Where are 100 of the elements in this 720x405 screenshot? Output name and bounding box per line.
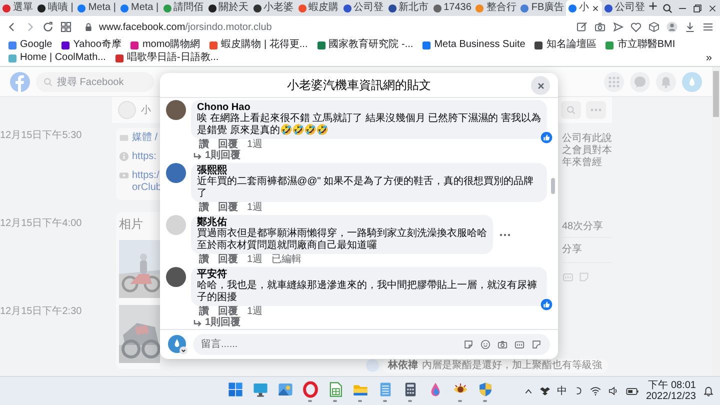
comment-author[interactable]: 張熙熙 (197, 165, 541, 176)
browser-tab[interactable]: 關於天 (206, 0, 251, 16)
close-icon[interactable] (591, 4, 600, 12)
comment-time[interactable]: 1週 (247, 306, 263, 317)
browser-tab[interactable]: FB廣告 (518, 0, 566, 16)
browser-tab[interactable]: 17436 (430, 0, 474, 16)
camera-icon[interactable] (497, 339, 508, 350)
input-method-indicator[interactable]: 中 (556, 384, 567, 398)
like-link[interactable]: 讚 (199, 254, 209, 265)
reply-link[interactable]: 回覆 (218, 139, 238, 150)
avatar[interactable] (166, 100, 186, 120)
edit-icon[interactable] (576, 21, 588, 33)
bookmark-link[interactable]: Meta Business Suite (422, 39, 526, 51)
comment-time[interactable]: 1週 (247, 202, 263, 213)
scrollbar-thumb[interactable] (551, 178, 555, 194)
bookmark-link[interactable]: 國家教育研究院 -... (316, 39, 414, 51)
more-bookmarks-button[interactable]: » (706, 52, 712, 64)
bookmark-link[interactable]: 蝦皮購物 | 花得更... (209, 39, 308, 51)
browser-tab[interactable]: 整合行 (473, 0, 518, 16)
edited-label: 已編輯 (272, 254, 302, 265)
bookmark-link[interactable]: Home | CoolMath... (8, 52, 106, 64)
avatar-icon[interactable] (168, 334, 188, 354)
comment-author[interactable]: 鄭兆佑 (197, 217, 487, 228)
bell-icon[interactable] (703, 386, 714, 396)
browser-tab[interactable]: 公司登 (340, 0, 386, 16)
site-icon (568, 4, 578, 12)
box-icon[interactable] (540, 386, 550, 396)
start-icon[interactable] (226, 380, 244, 398)
browser-tab[interactable]: Meta | (75, 0, 118, 16)
cube-icon[interactable] (648, 21, 660, 33)
comment-author[interactable]: Chono Hao (197, 102, 541, 113)
like-link[interactable]: 讚 (199, 139, 209, 150)
comment-author[interactable]: 林依禕 (388, 360, 418, 372)
bookmark-link[interactable]: Google (8, 39, 52, 51)
bookmark-link[interactable]: Yahoo奇摩 (61, 39, 122, 51)
browser-tab[interactable]: 選單 (0, 0, 35, 16)
bookmark-link[interactable]: momo購物網 (130, 39, 200, 51)
menu-icon[interactable] (702, 21, 714, 33)
browser-tab[interactable]: 公司登 (602, 0, 648, 16)
grid-icon[interactable] (60, 21, 72, 33)
browser-tab[interactable]: Meta | (118, 0, 161, 16)
monitor-icon[interactable] (252, 380, 268, 398)
address-field[interactable]: www.facebook.com/jorsindo.motor.club (78, 18, 570, 36)
battery-icon[interactable] (626, 386, 639, 396)
browser-tab[interactable]: 嘖嘖 | (35, 0, 76, 16)
site-icon (342, 4, 352, 12)
dialog-title: 小老婆汽機車資訊網的貼文 (287, 76, 431, 94)
avatar[interactable] (166, 267, 186, 287)
reply-link[interactable]: 回覆 (218, 202, 238, 213)
browser-tab[interactable]: 請問佰 (160, 0, 206, 16)
wifi-icon[interactable] (590, 386, 601, 396)
comment-text: 至於雨衣材質問題就問廠商自己最知道囉 (197, 240, 378, 251)
shield-icon[interactable] (476, 380, 494, 398)
replies-link[interactable]: 1則回覆 (191, 150, 241, 161)
browser-tab[interactable]: 小老婆 (250, 0, 296, 16)
site-icon (2, 4, 11, 12)
photo-icon[interactable] (276, 380, 294, 398)
search-icon[interactable] (662, 2, 673, 14)
restore-icon[interactable] (692, 2, 703, 14)
reload-icon[interactable] (42, 21, 54, 33)
sticker-icon[interactable] (531, 339, 542, 350)
bookmark-link[interactable]: 市立聯醫BMI (605, 39, 676, 51)
close-icon[interactable] (707, 2, 718, 14)
site-icon (520, 4, 530, 12)
heart-icon[interactable] (630, 21, 642, 33)
send-icon[interactable] (612, 21, 624, 33)
bookmark-link[interactable]: 知名論壇區 (534, 39, 596, 51)
like-link[interactable]: 讚 (199, 202, 209, 213)
clock-date[interactable]: 2022/12/23 (646, 391, 696, 402)
bookmark-link[interactable]: 唱歌學日語-日語教... (114, 52, 219, 64)
browser-tab[interactable]: 新北市 (386, 0, 431, 16)
ring-icon[interactable] (302, 380, 318, 398)
comment-author[interactable]: 平安符 (197, 269, 541, 280)
scrollbar-thumb[interactable] (713, 71, 719, 117)
gif-icon[interactable] (514, 339, 525, 350)
camera-icon[interactable] (594, 21, 606, 33)
browser-tab[interactable]: 蝦皮購 (296, 0, 341, 16)
share-count: 48次分享 (562, 217, 612, 238)
post-text: 年來曾經 (562, 157, 603, 169)
smile-icon[interactable] (480, 339, 491, 350)
more-icon[interactable] (499, 232, 511, 236)
comment-time[interactable]: 1週 (247, 254, 263, 265)
download-icon[interactable] (684, 21, 696, 33)
like-link[interactable]: 讚 (199, 306, 209, 317)
plus-icon[interactable] (647, 0, 660, 12)
replies-link[interactable]: 1則回覆 (191, 317, 241, 328)
reply-link[interactable]: 回覆 (218, 254, 238, 265)
comment-time[interactable]: 1週 (247, 139, 263, 150)
chevron-up-icon[interactable] (524, 386, 533, 396)
timestamp: 12月15日下午4:00 (0, 218, 83, 230)
clock-time[interactable]: 下午 08:01 (648, 380, 696, 391)
avatar[interactable] (166, 163, 186, 183)
profile-icon[interactable] (666, 21, 678, 33)
comment-field[interactable]: 留言...... (193, 334, 550, 355)
sticker-icon[interactable] (463, 339, 474, 350)
speaker-icon[interactable] (608, 386, 619, 396)
browser-tab[interactable]: 小 (566, 0, 602, 16)
close-button[interactable] (531, 76, 550, 95)
reply-link[interactable]: 回覆 (218, 306, 238, 317)
comment-text: 內層是聚酯是還好，加上聚酯也有等級強 (422, 360, 602, 372)
